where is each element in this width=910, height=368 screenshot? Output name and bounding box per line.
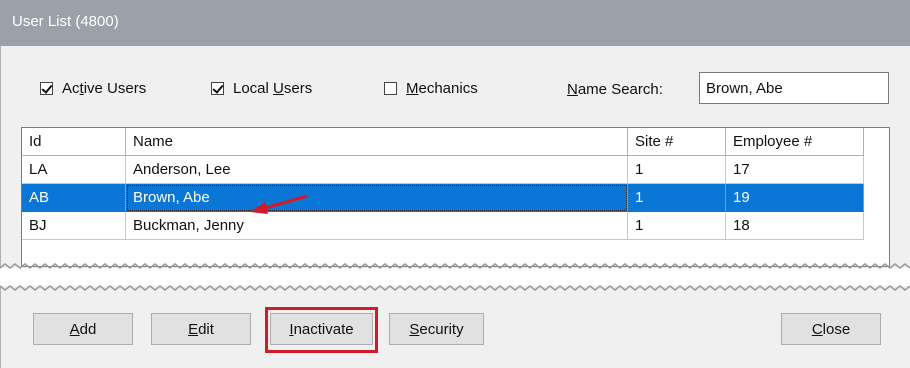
mechanics-checkbox[interactable]: Mechanics xyxy=(384,80,478,97)
checkbox-icon xyxy=(211,82,224,95)
cell-id: BJ xyxy=(22,212,126,240)
column-header-site[interactable]: Site # xyxy=(628,128,726,156)
cell-name: Buckman, Jenny xyxy=(126,212,628,240)
inactivate-highlight-box xyxy=(265,307,378,353)
cell-employee: 17 xyxy=(726,156,864,184)
name-search-input[interactable] xyxy=(699,72,889,104)
user-list-window: User List (4800) Active Users Local User… xyxy=(0,0,910,368)
security-button[interactable]: Security xyxy=(389,313,484,345)
torn-edge-divider xyxy=(0,263,910,291)
cell-id: AB xyxy=(22,184,126,212)
local-users-checkbox[interactable]: Local Users xyxy=(211,80,312,97)
cell-site: 1 xyxy=(628,212,726,240)
column-header-employee[interactable]: Employee # xyxy=(726,128,864,156)
checkbox-icon xyxy=(384,82,397,95)
title-bar: User List (4800) xyxy=(0,0,910,46)
table-row[interactable]: BJ Buckman, Jenny 1 18 xyxy=(22,212,864,240)
column-header-id[interactable]: Id xyxy=(22,128,126,156)
active-users-checkbox[interactable]: Active Users xyxy=(40,80,146,97)
cell-site: 1 xyxy=(628,184,726,212)
checkbox-icon xyxy=(40,82,53,95)
cell-id: LA xyxy=(22,156,126,184)
table-row[interactable]: LA Anderson, Lee 1 17 xyxy=(22,156,864,184)
name-search-label: Name Search: xyxy=(567,81,663,98)
cell-name: Brown, Abe xyxy=(126,184,628,212)
active-users-label: Active Users xyxy=(62,80,147,97)
grid-header: Id Name Site # Employee # xyxy=(22,128,864,156)
cell-name: Anderson, Lee xyxy=(126,156,628,184)
cell-employee: 19 xyxy=(726,184,864,212)
user-grid: Id Name Site # Employee # LA Anderson, L… xyxy=(21,127,890,267)
cell-employee: 18 xyxy=(726,212,864,240)
cell-site: 1 xyxy=(628,156,726,184)
mechanics-label: Mechanics xyxy=(406,80,478,97)
table-row-selected[interactable]: AB Brown, Abe 1 19 xyxy=(22,184,864,212)
edit-button[interactable]: Edit xyxy=(151,313,251,345)
window-title: User List (4800) xyxy=(12,13,119,30)
add-button[interactable]: Add xyxy=(33,313,133,345)
local-users-label: Local Users xyxy=(233,80,313,97)
column-header-name[interactable]: Name xyxy=(126,128,628,156)
close-button[interactable]: Close xyxy=(781,313,881,345)
